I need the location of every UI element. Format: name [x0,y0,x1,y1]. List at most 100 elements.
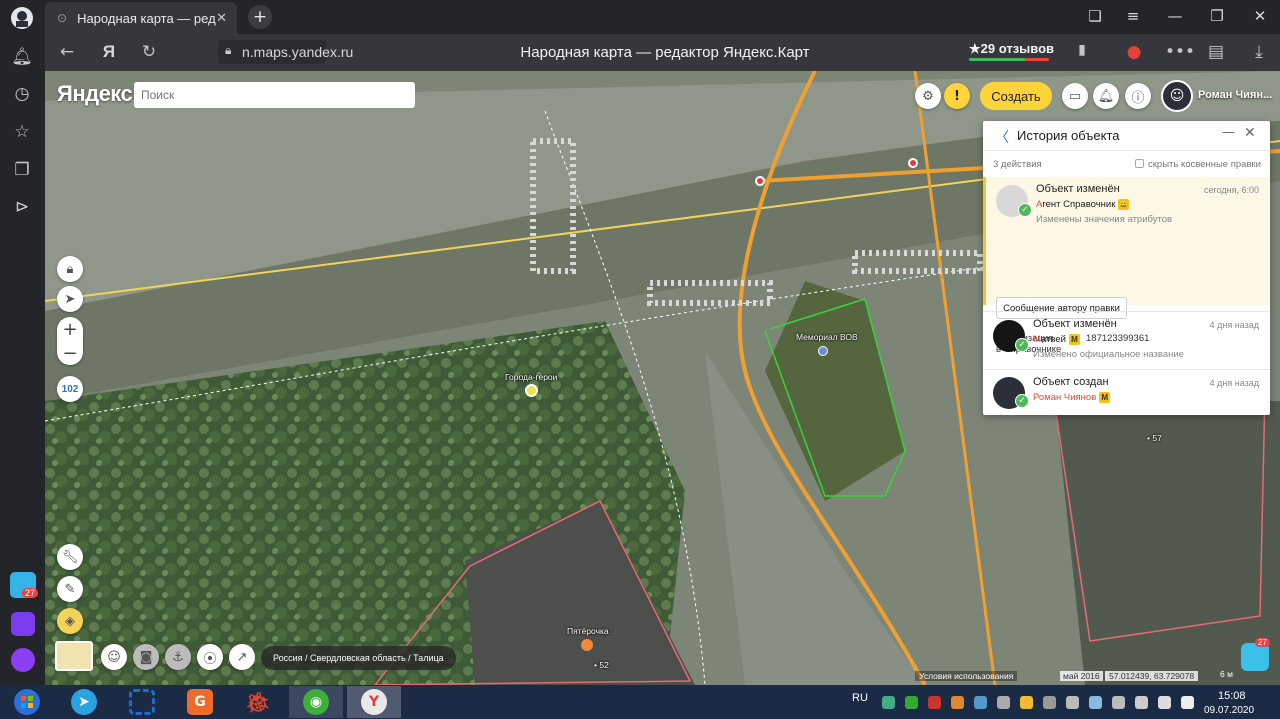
geolocation-icon[interactable]: ➤ [57,286,83,312]
gallery-icon[interactable]: ⚓ [165,644,191,670]
placemark-icon[interactable]: ⦿ [197,644,223,670]
create-button[interactable]: Создать [980,82,1052,110]
user-name[interactable]: Роман Чиян... [1198,89,1272,101]
close-tab-icon[interactable]: ✕ [216,11,227,26]
entry-user[interactable]: Агент Справочник 😀 [1036,199,1130,210]
profile-avatar-icon[interactable] [10,6,34,30]
minimize-panel-icon[interactable]: — [1222,125,1235,140]
translate-icon[interactable]: ▤ [1205,42,1227,62]
play-icon[interactable]: ⊳ [10,195,34,219]
lock-icon[interactable]: 🔒︎ [57,256,83,282]
search-input[interactable] [134,82,415,108]
messages-icon[interactable]: ▭ [1062,83,1088,109]
zoom-in-button[interactable]: + [57,317,83,341]
notifications-bell-icon[interactable]: 🔔︎ [1093,83,1119,109]
hide-indirect-label[interactable]: скрыть косвенные правки [1148,159,1261,170]
yandex-browser-icon[interactable]: Я [98,42,120,62]
history-entry[interactable]: ✓ Объект создан 4 дня назад Роман Чиянов… [983,369,1270,415]
alert-icon[interactable]: ! [944,83,970,109]
volume-icon[interactable] [1158,696,1171,709]
layers-icon[interactable]: ◈ [57,608,83,634]
tools-icon[interactable]: 🔧︎ [57,544,83,570]
restore-icon[interactable]: ❐ [1207,7,1227,25]
camera-icon[interactable]: ◙ [133,644,159,670]
back-chevron-icon[interactable]: 〈 [995,127,1009,147]
zoom-control: + − [57,317,83,365]
map-type-thumbnail[interactable] [55,641,93,671]
alice-icon[interactable] [11,648,35,672]
terms-link[interactable]: Условия использования [915,671,1018,681]
info-icon[interactable]: ⓘ [1125,83,1151,109]
back-icon[interactable]: ← [56,42,78,62]
start-button[interactable] [0,686,54,718]
tray-icon[interactable] [1066,696,1079,709]
shop-label[interactable]: Пятёрочка [567,626,609,636]
shop-icon[interactable] [581,639,593,651]
bookmark-icon[interactable]: ▮ [1071,42,1093,58]
memorial-label[interactable]: Мемориал ВОВ [796,332,858,342]
network-icon[interactable] [1112,696,1125,709]
snipping-tool-icon[interactable] [115,686,169,718]
tray-icon[interactable] [951,696,964,709]
address-bar: ← Я ↻ 🔒︎ n.maps.yandex.ru Народная карта… [45,34,1280,71]
tray-icon[interactable] [1020,696,1033,709]
url-field[interactable]: 🔒︎ n.maps.yandex.ru [218,40,353,64]
tray-icon[interactable] [905,696,918,709]
menu-icon[interactable]: ≡ [1123,7,1143,25]
tray-icon[interactable] [974,696,987,709]
new-tab-button[interactable]: + [248,5,272,29]
share-icon[interactable]: ↗ [229,644,255,670]
entry-user[interactable]: Роман Чиянов M [1033,392,1111,403]
tray-icon[interactable] [928,696,941,709]
tray-icon[interactable] [882,696,895,709]
monument-icon[interactable] [525,384,538,397]
tray-icon[interactable] [997,696,1010,709]
close-panel-icon[interactable]: ✕ [1244,125,1256,141]
reload-icon[interactable]: ↻ [138,42,160,62]
tab-active[interactable]: ⊙ Народная карта — ред ✕ [45,2,237,34]
region-breadcrumb[interactable]: Россия / Свердловская область / Талица [261,646,456,670]
collections-icon[interactable]: ❏ [1085,7,1105,25]
tray-icon[interactable] [1043,696,1056,709]
pdf-app-icon[interactable]: G [173,686,227,718]
music-app-icon[interactable] [11,612,35,636]
yandex-browser-taskbar-icon[interactable]: Y [347,686,401,718]
star-icon[interactable]: ☆ [10,120,34,144]
history-icon[interactable]: ◷ [10,82,34,106]
clock-date[interactable]: 09.07.2020 [1204,705,1254,716]
close-window-icon[interactable]: ✕ [1250,7,1270,25]
history-entry[interactable]: ✓ Объект изменён 4 дня назад Матвей M Изм… [983,311,1270,367]
history-entry[interactable]: ✓ Объект изменён сегодня, 6:00 Агент Спр… [983,177,1270,355]
reviews-button[interactable]: ★29 отзывов [969,41,1054,57]
settings-gear-icon[interactable]: ⚙ [915,83,941,109]
map-canvas[interactable]: Яндекс 🔒︎ ➤ + − 102 🔧︎ ✎ ◈ ☺ ◙ ⚓ ⦿ ↗ Рос… [45,71,1280,685]
tab-bar: ⊙ Народная карта — ред ✕ + ❏ ≡ — ❐ ✕ [45,0,1280,34]
heroes-label[interactable]: Города-герои [505,372,557,382]
ruler-icon[interactable]: ✎ [57,576,83,602]
zoom-out-button[interactable]: − [57,341,83,365]
yandex-logo[interactable]: Яндекс [57,81,133,107]
entry-time: 4 дня назад [1209,378,1259,388]
telegram-icon[interactable]: ➤ [57,686,111,718]
more-icon[interactable]: ••• [1165,42,1195,62]
language-indicator[interactable]: RU [852,692,868,704]
bell-icon[interactable]: 🔔︎ [10,45,34,69]
hide-indirect-checkbox[interactable] [1135,159,1144,168]
clock-time[interactable]: 15:08 [1218,690,1246,702]
battery-icon[interactable] [1135,696,1148,709]
maps-pin-icon[interactable]: ● [1123,42,1145,62]
memorial-icon[interactable] [818,346,828,356]
entry-user[interactable]: Матвей M [1033,334,1080,345]
hotspot-icon[interactable]: ◉ [289,686,343,718]
browser-sidebar: 🔔︎ ◷ ☆ ❐ ⊳ 27 [0,0,45,685]
download-icon[interactable]: ⤓ [1248,42,1270,62]
ladybug-icon[interactable]: 🐞︎ [231,686,285,718]
tray-icon[interactable] [1089,696,1102,709]
entry-title: Объект создан [1033,376,1109,388]
user-avatar[interactable]: ☺ [1161,80,1193,112]
minimize-icon[interactable]: — [1165,7,1185,25]
flag-icon[interactable] [1181,696,1194,709]
messenger-float-icon[interactable] [1241,643,1269,671]
collections-icon[interactable]: ❐ [10,158,34,182]
panorama-icon[interactable]: ☺ [101,644,127,670]
